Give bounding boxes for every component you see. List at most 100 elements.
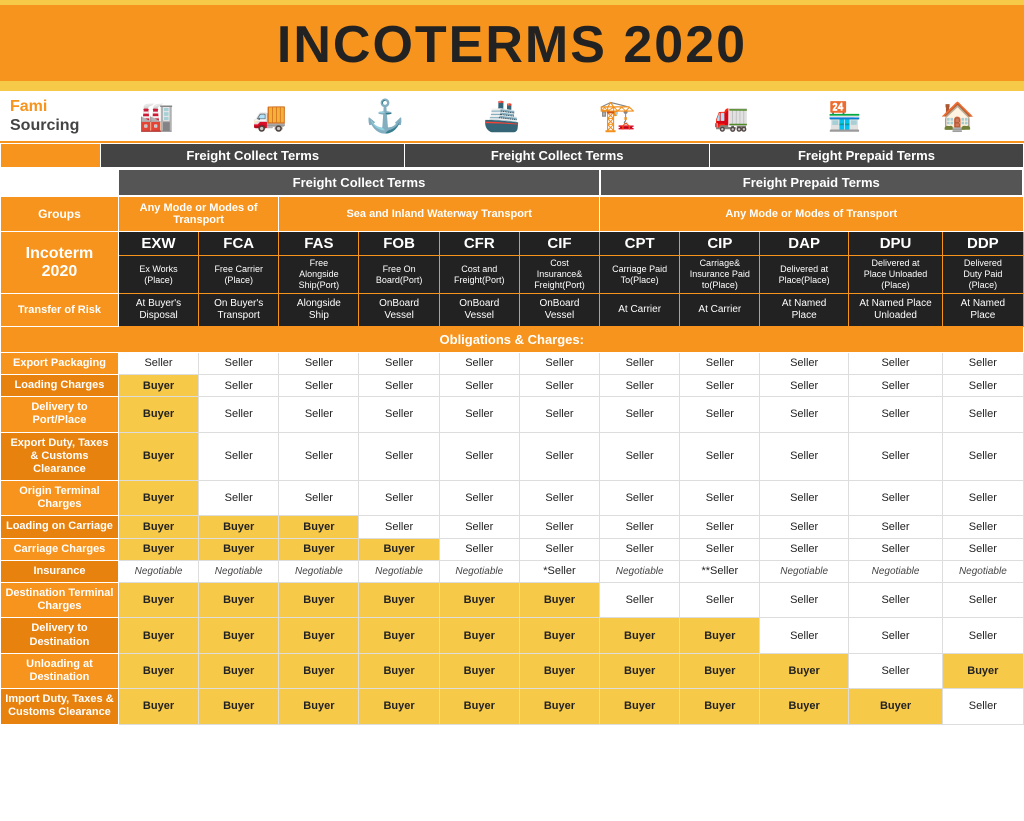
cell-9-9: Seller xyxy=(848,618,942,653)
cell-10-10: Buyer xyxy=(943,653,1023,688)
cell-3-5: Seller xyxy=(519,432,599,481)
logo-line1: Fami xyxy=(10,98,47,115)
cell-7-1: Negotiable xyxy=(199,560,279,582)
code-cpt: CPT xyxy=(600,232,680,256)
cell-9-3: Buyer xyxy=(359,618,439,653)
cell-4-1: Seller xyxy=(199,481,279,516)
risk-fas: AlongsideShip xyxy=(279,293,359,326)
code-cif: CIF xyxy=(519,232,599,256)
cell-9-0: Buyer xyxy=(118,618,198,653)
cell-0-6: Seller xyxy=(600,352,680,374)
crane-icon: 🏗️ xyxy=(599,99,636,134)
cell-11-8: Buyer xyxy=(760,689,848,724)
cell-1-7: Seller xyxy=(680,374,760,396)
cell-6-9: Seller xyxy=(848,538,942,560)
cell-11-5: Buyer xyxy=(519,689,599,724)
desc-cif: CostInsurance&Freight(Port) xyxy=(519,256,599,293)
cell-3-4: Seller xyxy=(439,432,519,481)
incoterm-2020-label: Incoterm2020 xyxy=(1,232,119,293)
cell-5-6: Seller xyxy=(600,516,680,538)
cell-5-10: Seller xyxy=(943,516,1023,538)
data-row: Loading on CarriageBuyerBuyerBuyerSeller… xyxy=(1,516,1024,538)
risk-exw: At Buyer'sDisposal xyxy=(118,293,198,326)
cell-7-2: Negotiable xyxy=(279,560,359,582)
desc-ddp: DeliveredDuty Paid(Place) xyxy=(943,256,1023,293)
row-label-6: Carriage Charges xyxy=(1,538,119,560)
cell-1-2: Seller xyxy=(279,374,359,396)
cell-7-6: Negotiable xyxy=(600,560,680,582)
cell-11-9: Buyer xyxy=(848,689,942,724)
risk-cpt: At Carrier xyxy=(600,293,680,326)
code-cip: CIP xyxy=(680,232,760,256)
cell-11-1: Buyer xyxy=(199,689,279,724)
cell-10-9: Seller xyxy=(848,653,942,688)
cell-8-10: Seller xyxy=(943,583,1023,618)
logo-line2: Sourcing xyxy=(10,117,79,134)
cell-5-0: Buyer xyxy=(118,516,198,538)
house-icon: 🏠 xyxy=(940,100,975,133)
cell-1-4: Seller xyxy=(439,374,519,396)
cell-4-6: Seller xyxy=(600,481,680,516)
warehouse-icon: 🏪 xyxy=(827,100,862,133)
cell-5-1: Buyer xyxy=(199,516,279,538)
freight-collect-text: Freight Collect Terms xyxy=(186,148,319,163)
cell-5-3: Seller xyxy=(359,516,439,538)
code-dpu: DPU xyxy=(848,232,942,256)
freight-prepaid-text: Freight Prepaid Terms xyxy=(798,148,935,163)
data-row: Carriage ChargesBuyerBuyerBuyerBuyerSell… xyxy=(1,538,1024,560)
main-incoterms-table: Freight Collect Terms Freight Prepaid Te… xyxy=(0,168,1024,724)
groups-cell: Groups xyxy=(1,196,119,232)
cell-3-6: Seller xyxy=(600,432,680,481)
cell-9-5: Buyer xyxy=(519,618,599,653)
cell-5-4: Seller xyxy=(439,516,519,538)
cell-11-10: Seller xyxy=(943,689,1023,724)
cell-9-10: Seller xyxy=(943,618,1023,653)
incoterm-codes-row: Incoterm2020 EXW FCA FAS FOB CFR CIF CPT… xyxy=(1,232,1024,256)
cell-3-0: Buyer xyxy=(118,432,198,481)
data-row: Delivery to DestinationBuyerBuyerBuyerBu… xyxy=(1,618,1024,653)
code-exw: EXW xyxy=(118,232,198,256)
cell-3-7: Seller xyxy=(680,432,760,481)
transfer-risk-row: Transfer of Risk At Buyer'sDisposal On B… xyxy=(1,293,1024,326)
cell-8-9: Seller xyxy=(848,583,942,618)
cell-6-8: Seller xyxy=(760,538,848,560)
cell-6-3: Buyer xyxy=(359,538,439,560)
cell-6-7: Seller xyxy=(680,538,760,560)
cell-2-7: Seller xyxy=(680,397,760,432)
risk-dap: At NamedPlace xyxy=(760,293,848,326)
cell-4-5: Seller xyxy=(519,481,599,516)
desc-dpu: Delivered atPlace Unloaded(Place) xyxy=(848,256,942,293)
cell-3-3: Seller xyxy=(359,432,439,481)
data-row: Delivery to Port/PlaceBuyerSellerSellerS… xyxy=(1,397,1024,432)
cell-9-8: Seller xyxy=(760,618,848,653)
cell-3-10: Seller xyxy=(943,432,1023,481)
freight-collect-sea: Freight Collect Terms xyxy=(405,144,709,168)
cell-0-1: Seller xyxy=(199,352,279,374)
data-row: Import Duty, Taxes & Customs ClearanceBu… xyxy=(1,689,1024,724)
cell-5-5: Seller xyxy=(519,516,599,538)
code-ddp: DDP xyxy=(943,232,1023,256)
cell-6-4: Seller xyxy=(439,538,519,560)
desc-exw: Ex Works(Place) xyxy=(118,256,198,293)
cell-2-3: Seller xyxy=(359,397,439,432)
cell-5-8: Seller xyxy=(760,516,848,538)
cell-10-7: Buyer xyxy=(680,653,760,688)
freight-prepaid-header2: Freight Prepaid Terms xyxy=(600,169,1023,196)
cell-1-6: Seller xyxy=(600,374,680,396)
cell-2-8: Seller xyxy=(760,397,848,432)
risk-dpu: At Named PlaceUnloaded xyxy=(848,293,942,326)
cell-6-0: Buyer xyxy=(118,538,198,560)
transfer-risk-label: Transfer of Risk xyxy=(1,293,119,326)
cell-10-0: Buyer xyxy=(118,653,198,688)
cell-1-3: Seller xyxy=(359,374,439,396)
cell-4-9: Seller xyxy=(848,481,942,516)
cell-8-2: Buyer xyxy=(279,583,359,618)
cell-5-7: Seller xyxy=(680,516,760,538)
row-label-10: Unloading at Destination xyxy=(1,653,119,688)
cell-1-10: Seller xyxy=(943,374,1023,396)
row-label-1: Loading Charges xyxy=(1,374,119,396)
cell-9-2: Buyer xyxy=(279,618,359,653)
cell-4-0: Buyer xyxy=(118,481,198,516)
risk-cif: OnBoardVessel xyxy=(519,293,599,326)
freight-prepaid-label: Freight Prepaid Terms xyxy=(709,144,1023,168)
